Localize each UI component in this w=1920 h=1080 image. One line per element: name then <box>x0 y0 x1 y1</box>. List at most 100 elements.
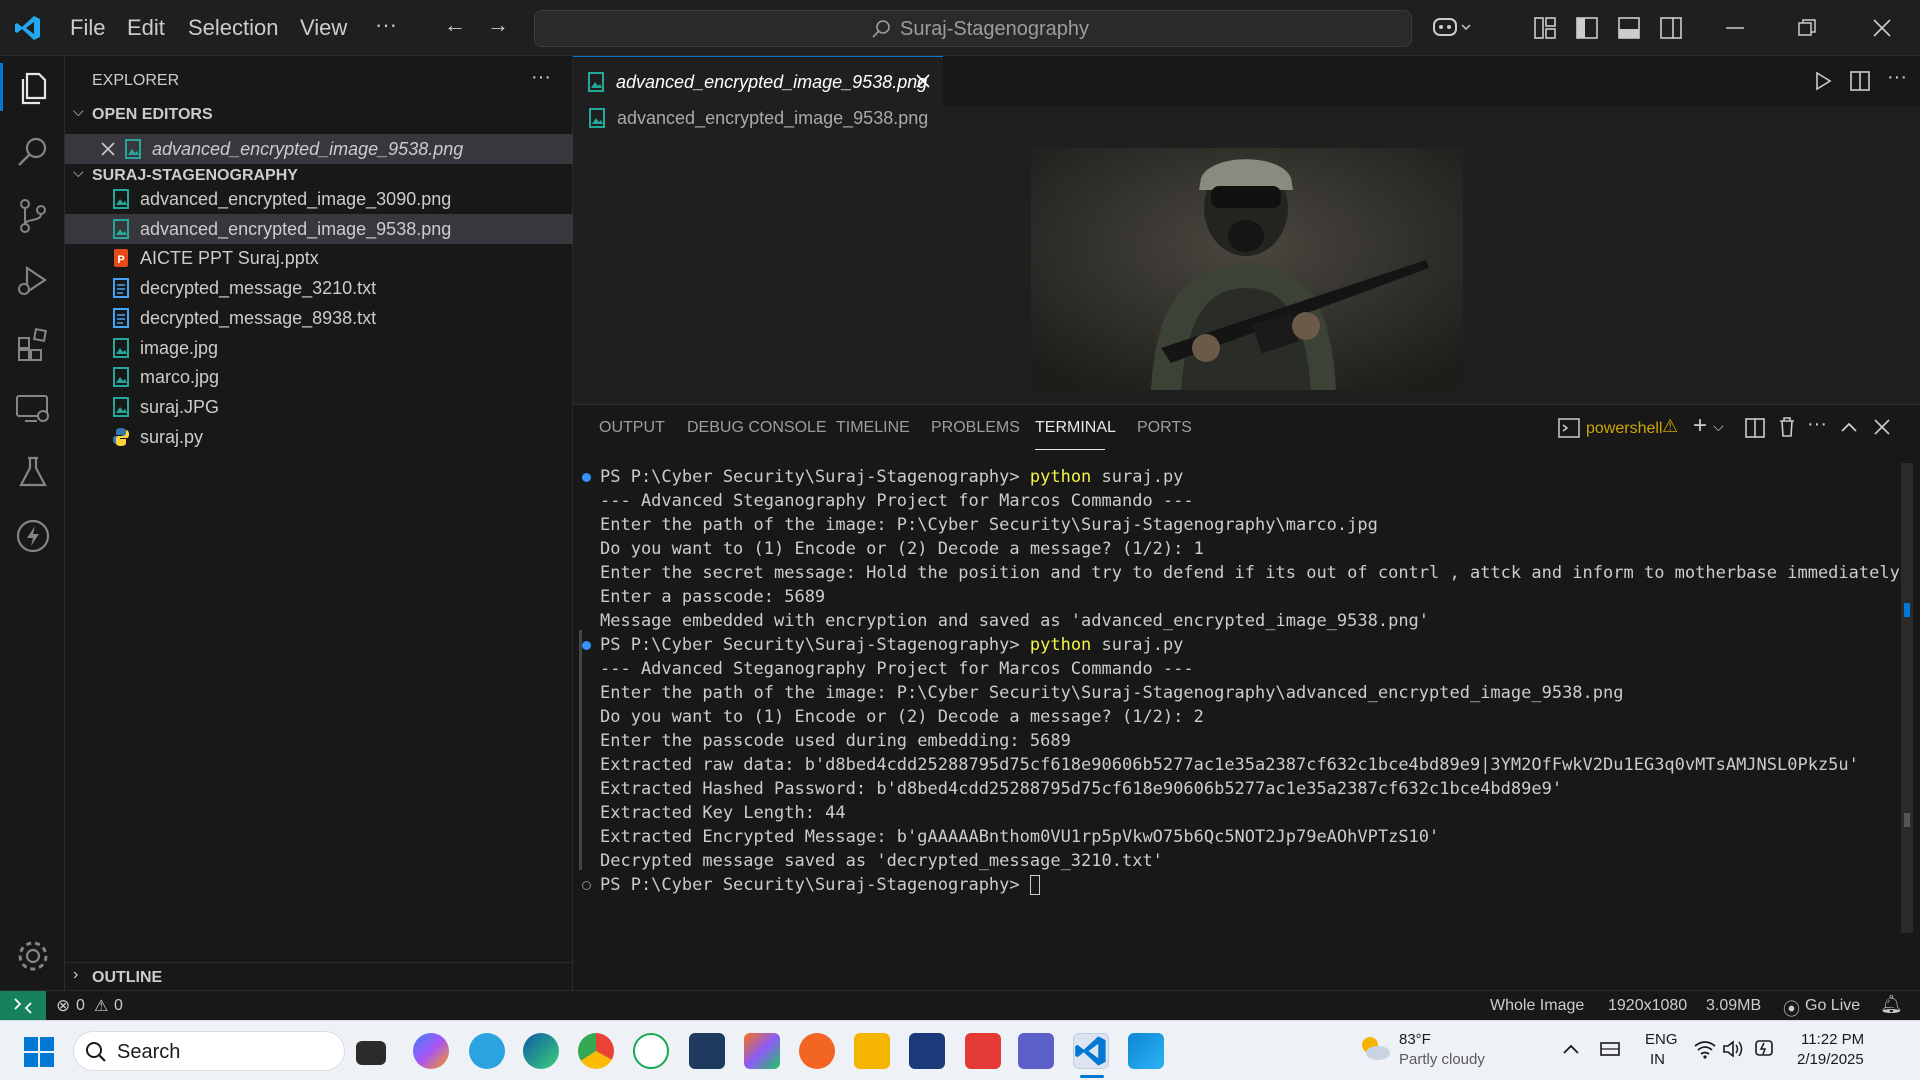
extensions-icon[interactable] <box>13 324 53 364</box>
copilot-icon[interactable] <box>1432 15 1472 41</box>
go-live-button[interactable]: Go Live <box>1805 997 1860 1015</box>
source-control-icon[interactable] <box>13 196 53 236</box>
image-mode[interactable]: Whole Image <box>1490 997 1584 1015</box>
shell-label[interactable]: powershell <box>1586 420 1662 438</box>
postman-icon[interactable] <box>799 1033 835 1069</box>
panel-tab-problems[interactable]: PROBLEMS <box>931 419 1020 437</box>
outline-header[interactable]: › OUTLINE <box>65 962 573 988</box>
command-center-search[interactable]: Suraj-Stagenography <box>534 10 1412 47</box>
panel-more-icon[interactable]: ··· <box>1807 413 1827 436</box>
file-item[interactable]: decrypted_message_3210.txt <box>65 273 573 303</box>
maximize-panel-icon[interactable] <box>1840 421 1858 433</box>
customize-layout-icon[interactable] <box>1534 17 1556 39</box>
close-editor-icon[interactable] <box>101 142 115 156</box>
region-code[interactable]: IN <box>1650 1051 1665 1068</box>
wps-office-icon[interactable] <box>965 1033 1001 1069</box>
panel-tab-debug-console[interactable]: DEBUG CONSOLE <box>687 419 827 437</box>
window-app-icon[interactable] <box>909 1033 945 1069</box>
telegram-icon[interactable] <box>469 1033 505 1069</box>
toggle-secondary-sidebar-icon[interactable] <box>1660 17 1682 39</box>
toggle-primary-sidebar-icon[interactable] <box>1576 17 1598 39</box>
back-arrow-icon[interactable]: ← <box>444 12 466 38</box>
weather-temp[interactable]: 83°F <box>1399 1031 1431 1048</box>
mongodb-icon[interactable] <box>633 1033 669 1069</box>
menu-file[interactable]: File <box>70 15 105 41</box>
partly-cloudy-icon <box>1362 1037 1390 1060</box>
chevron-down-icon[interactable]: ⌵ <box>1713 418 1724 435</box>
notifications-icon[interactable]: 🔔︎ <box>1880 994 1903 1015</box>
copilot-app-icon[interactable] <box>413 1033 449 1069</box>
add-terminal-icon[interactable]: + <box>1693 412 1707 440</box>
volume-icon[interactable] <box>1722 1039 1744 1059</box>
vscode-logo-icon[interactable] <box>14 14 42 42</box>
panel-tab-ports[interactable]: PORTS <box>1137 419 1192 437</box>
task-view-icon[interactable] <box>356 1041 386 1065</box>
menu-selection[interactable]: Selection <box>188 15 279 41</box>
search-view-icon[interactable] <box>13 132 53 172</box>
explorer-more-icon[interactable]: ··· <box>531 66 551 89</box>
close-tab-icon[interactable] <box>916 74 930 88</box>
taskbar-search[interactable]: Search <box>73 1031 345 1071</box>
lightning-extension-icon[interactable] <box>13 516 53 556</box>
file-item[interactable]: marco.jpg <box>65 362 573 392</box>
clock-time[interactable]: 11:22 PM <box>1801 1031 1864 1048</box>
file-item[interactable]: advanced_encrypted_image_3090.png <box>65 184 573 214</box>
vscode-taskbar-icon[interactable] <box>1073 1033 1109 1069</box>
file-item[interactable]: P AICTE PPT Suraj.pptx <box>65 243 573 273</box>
open-editors-header[interactable]: ⌵ OPEN EDITORS <box>65 103 573 127</box>
command-decoration-icon[interactable] <box>582 641 591 650</box>
tab-active[interactable]: advanced_encrypted_image_9538.png <box>573 56 943 106</box>
scroll-thumb[interactable] <box>1904 813 1910 827</box>
chrome-icon[interactable] <box>578 1033 614 1069</box>
file-item[interactable]: image.jpg <box>65 333 573 363</box>
split-terminal-icon[interactable] <box>1745 418 1765 438</box>
ssms-icon[interactable] <box>689 1033 725 1069</box>
close-panel-icon[interactable] <box>1874 419 1890 435</box>
open-editor-item[interactable]: advanced_encrypted_image_9538.png <box>65 134 573 164</box>
run-debug-icon[interactable] <box>13 260 53 300</box>
warning-icon[interactable]: ⚠ <box>1662 416 1678 437</box>
forward-arrow-icon[interactable]: → <box>487 12 509 38</box>
file-item[interactable]: suraj.JPG <box>65 392 573 422</box>
file-item[interactable]: advanced_encrypted_image_9538.png <box>65 213 573 244</box>
breadcrumb-item[interactable]: advanced_encrypted_image_9538.png <box>617 108 928 129</box>
settings-gear-icon[interactable] <box>13 936 53 976</box>
chevron-up-icon[interactable] <box>1563 1043 1579 1055</box>
terminal-scrollbar[interactable] <box>1901 463 1913 933</box>
split-editor-icon[interactable] <box>1850 71 1870 91</box>
file-explorer-icon[interactable] <box>854 1033 890 1069</box>
menu-view[interactable]: View <box>300 15 347 41</box>
testing-icon[interactable] <box>13 452 53 492</box>
trash-icon[interactable] <box>1778 417 1796 437</box>
photos-icon[interactable] <box>1128 1033 1164 1069</box>
toggle-panel-icon[interactable] <box>1618 17 1640 39</box>
remote-indicator[interactable] <box>0 991 46 1021</box>
wifi-icon[interactable] <box>1694 1039 1716 1059</box>
teams-icon[interactable] <box>1018 1033 1054 1069</box>
file-item[interactable]: decrypted_message_8938.txt <box>65 303 573 333</box>
minimize-icon[interactable] <box>1726 26 1744 30</box>
language-code[interactable]: ENG <box>1645 1031 1678 1048</box>
restore-icon[interactable] <box>1798 19 1816 37</box>
battery-charging-icon[interactable] <box>1752 1039 1776 1059</box>
command-decoration-icon[interactable] <box>582 473 591 482</box>
remote-explorer-icon[interactable] <box>13 388 53 428</box>
clock-date[interactable]: 2/19/2025 <box>1797 1051 1864 1068</box>
display-icon[interactable] <box>1600 1040 1620 1058</box>
menu-more[interactable]: ··· <box>375 12 397 38</box>
git-app-icon[interactable] <box>744 1033 780 1069</box>
panel-tab-output[interactable]: OUTPUT <box>599 419 665 437</box>
panel-tab-timeline[interactable]: TIMELINE <box>836 419 910 437</box>
menu-edit[interactable]: Edit <box>127 15 165 41</box>
windows-start-icon[interactable] <box>24 1037 54 1067</box>
terminal-output[interactable]: PS P:\Cyber Security\Suraj-Stagenography… <box>582 465 1910 897</box>
editor-more-icon[interactable]: ··· <box>1887 66 1907 89</box>
close-window-icon[interactable] <box>1873 19 1891 37</box>
panel-tab-terminal[interactable]: TERMINAL <box>1035 419 1116 437</box>
file-item[interactable]: suraj.py <box>65 422 573 452</box>
weather-desc[interactable]: Partly cloudy <box>1399 1051 1485 1068</box>
command-decoration-icon[interactable] <box>582 881 591 890</box>
edge-icon[interactable] <box>523 1033 559 1069</box>
explorer-icon[interactable] <box>13 68 53 108</box>
run-icon[interactable] <box>1814 71 1832 91</box>
